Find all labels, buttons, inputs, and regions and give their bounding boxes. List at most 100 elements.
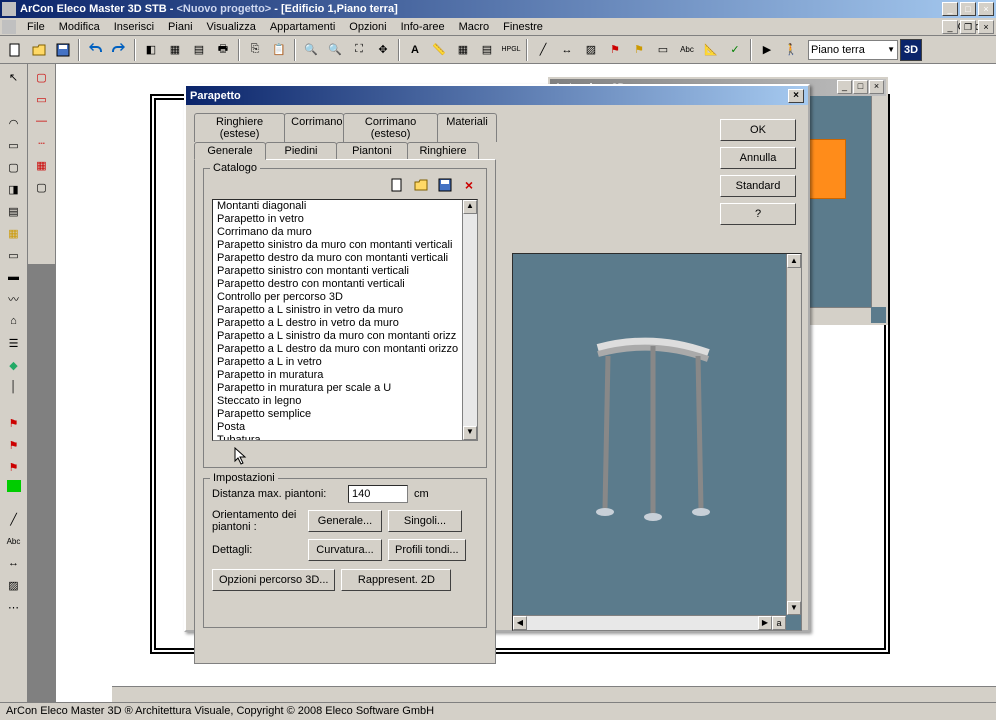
lt-text-icon[interactable]: Abc <box>3 532 25 550</box>
tab-ringhiere-estese[interactable]: Ringhiere (estese) <box>194 113 285 142</box>
catalog-item[interactable]: Controllo per percorso 3D <box>213 291 477 304</box>
catalog-item[interactable]: Steccato in legno <box>213 395 477 408</box>
tab-corrimano-esteso[interactable]: Corrimano (esteso) <box>343 113 438 142</box>
lt-column-icon[interactable]: ▬ <box>3 268 25 286</box>
lt2-grid-icon[interactable]: ▦ <box>31 156 53 174</box>
copy-icon[interactable]: ⎘ <box>244 39 266 61</box>
canvas-h-scroll[interactable] <box>112 686 996 702</box>
lt-curve-icon[interactable]: 〰 <box>3 290 25 308</box>
layers-icon[interactable]: ▤ <box>476 39 498 61</box>
3d-toggle[interactable]: 3D <box>900 39 922 61</box>
catalog-item[interactable]: Parapetto a L sinistro da muro con monta… <box>213 330 477 343</box>
catalog-item[interactable]: Parapetto semplice <box>213 408 477 421</box>
menu-file[interactable]: File <box>20 20 52 34</box>
text-icon[interactable]: A <box>404 39 426 61</box>
pointer-icon[interactable]: ↖ <box>3 68 25 86</box>
btn-profili[interactable]: Profili tondi... <box>388 539 466 561</box>
redo-icon[interactable] <box>108 39 130 61</box>
maximize-button[interactable]: □ <box>960 2 976 16</box>
menu-visualizza[interactable]: Visualizza <box>200 20 263 34</box>
pan-icon[interactable]: ✥ <box>372 39 394 61</box>
tab-piedini[interactable]: Piedini <box>265 142 337 159</box>
floor-selector[interactable]: Piano terra <box>808 40 898 60</box>
menu-appartamenti[interactable]: Appartamenti <box>263 20 342 34</box>
line-icon[interactable]: ╱ <box>532 39 554 61</box>
lt-red3-icon[interactable]: ⚑ <box>3 458 25 476</box>
tab-generale[interactable]: Generale <box>194 142 266 160</box>
zoom-fit-icon[interactable]: ⛶ <box>348 39 370 61</box>
catalog-item[interactable]: Parapetto a L sinistro in vetro da muro <box>213 304 477 317</box>
lt2-line-icon[interactable]: — <box>31 112 53 130</box>
tab-corrimano[interactable]: Corrimano <box>284 113 344 142</box>
catalog-item[interactable]: Parapetto destro con montanti verticali <box>213 278 477 291</box>
measure-icon[interactable]: 📐 <box>700 39 722 61</box>
catalog-item[interactable]: Parapetto destro da muro con montanti ve… <box>213 252 477 265</box>
grid-icon[interactable]: ▦ <box>452 39 474 61</box>
catalog-item[interactable]: Parapetto in muratura <box>213 369 477 382</box>
mdi-close[interactable]: × <box>978 20 994 34</box>
preview-max[interactable]: □ <box>853 80 868 94</box>
lt-window-icon[interactable]: ▤ <box>3 202 25 220</box>
btn-rappresent-2d[interactable]: Rappresent. 2D <box>341 569 451 591</box>
dialog-preview-pane[interactable]: ▲ ▼ ◀▶a <box>512 253 802 631</box>
catalog-item[interactable]: Parapetto in vetro <box>213 213 477 226</box>
lt-roof-icon[interactable]: ⌂ <box>3 312 25 330</box>
lt-arc-icon[interactable]: ◠ <box>3 114 25 132</box>
zoom-out-icon[interactable]: 🔍 <box>324 39 346 61</box>
lt-wall-icon[interactable]: ▭ <box>3 136 25 154</box>
tab-piantoni[interactable]: Piantoni <box>336 142 408 159</box>
save-icon[interactable] <box>52 39 74 61</box>
tool-b[interactable]: ▦ <box>164 39 186 61</box>
preview-close[interactable]: × <box>869 80 884 94</box>
undo-icon[interactable] <box>84 39 106 61</box>
catalog-open-icon[interactable] <box>412 176 430 194</box>
btn-generale[interactable]: Generale... <box>308 510 382 532</box>
menu-opzioni[interactable]: Opzioni <box>342 20 393 34</box>
tool-a[interactable]: ◧ <box>140 39 162 61</box>
dialog-titlebar[interactable]: Parapetto × <box>186 86 808 105</box>
standard-button[interactable]: Standard <box>720 175 796 197</box>
catalog-item[interactable]: Parapetto a L destro da muro con montant… <box>213 343 477 356</box>
catalog-save-icon[interactable] <box>436 176 454 194</box>
check-icon[interactable]: ✓ <box>724 39 746 61</box>
tab-materiali[interactable]: Materiali <box>437 113 497 142</box>
lt-pipe-icon[interactable]: │ <box>3 378 25 396</box>
lt-misc-icon[interactable]: ⋯ <box>3 598 25 616</box>
lt2-box-icon[interactable]: ▢ <box>31 178 53 196</box>
lt2-rect-icon[interactable]: ▢ <box>31 68 53 86</box>
listbox-scrollbar[interactable]: ▲ ▼ <box>462 200 477 440</box>
lt-layer-icon[interactable]: ☰ <box>3 334 25 352</box>
open-icon[interactable] <box>28 39 50 61</box>
catalog-item[interactable]: Parapetto sinistro da muro con montanti … <box>213 239 477 252</box>
cancel-button[interactable]: Annulla <box>720 147 796 169</box>
menu-piani[interactable]: Piani <box>161 20 199 34</box>
camera-icon[interactable]: ▶ <box>756 39 778 61</box>
catalog-item[interactable]: Parapetto a L in vetro <box>213 356 477 369</box>
catalog-item[interactable]: Posta <box>213 421 477 434</box>
tab-ringhiere[interactable]: Ringhiere <box>407 142 479 159</box>
new-icon[interactable] <box>4 39 26 61</box>
catalog-item[interactable]: Parapetto sinistro con montanti vertical… <box>213 265 477 278</box>
preview-scroll-h[interactable]: ◀▶a <box>513 615 786 630</box>
lt2-dash-icon[interactable]: ┄ <box>31 134 53 152</box>
dialog-close-button[interactable]: × <box>788 89 804 103</box>
menu-inserisci[interactable]: Inserisci <box>107 20 161 34</box>
btn-percorso-3d[interactable]: Opzioni percorso 3D... <box>212 569 335 591</box>
preview-min[interactable]: _ <box>837 80 852 94</box>
menu-infoaree[interactable]: Info-aree <box>394 20 452 34</box>
abc-icon[interactable]: Abc <box>676 39 698 61</box>
dist-input[interactable] <box>348 485 408 503</box>
menu-finestre[interactable]: Finestre <box>496 20 550 34</box>
preview-scroll-v[interactable] <box>871 96 886 307</box>
catalog-item[interactable]: Montanti diagonali <box>213 200 477 213</box>
ruler-icon[interactable]: 📏 <box>428 39 450 61</box>
preview-scroll-v[interactable]: ▲ ▼ <box>786 254 801 615</box>
mdi-restore[interactable]: ❐ <box>960 20 976 34</box>
tool-c[interactable]: ▤ <box>188 39 210 61</box>
zoom-in-icon[interactable]: 🔍 <box>300 39 322 61</box>
lt-red2-icon[interactable]: ⚑ <box>3 436 25 454</box>
catalog-item[interactable]: Corrimano da muro <box>213 226 477 239</box>
lt-door-icon[interactable]: ◨ <box>3 180 25 198</box>
lt-box-icon[interactable]: ◆ <box>3 356 25 374</box>
hatch-icon[interactable]: ▨ <box>580 39 602 61</box>
